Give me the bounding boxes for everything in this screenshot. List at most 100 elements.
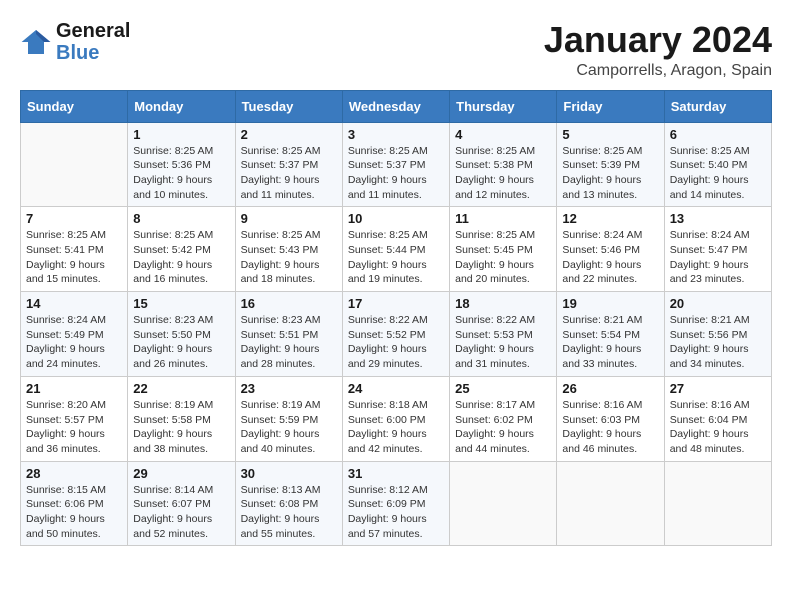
- day-info: Sunrise: 8:25 AMSunset: 5:42 PMDaylight:…: [133, 228, 229, 287]
- calendar-cell: [557, 461, 664, 546]
- day-number: 24: [348, 381, 444, 396]
- logo-icon: [20, 26, 52, 58]
- day-number: 31: [348, 466, 444, 481]
- day-number: 5: [562, 127, 658, 142]
- weekday-header-cell: Monday: [128, 90, 235, 122]
- calendar-cell: 17 Sunrise: 8:22 AMSunset: 5:52 PMDayligh…: [342, 292, 449, 377]
- calendar-cell: 16 Sunrise: 8:23 AMSunset: 5:51 PMDayligh…: [235, 292, 342, 377]
- calendar-table: SundayMondayTuesdayWednesdayThursdayFrid…: [20, 90, 772, 547]
- weekday-header-row: SundayMondayTuesdayWednesdayThursdayFrid…: [21, 90, 772, 122]
- day-info: Sunrise: 8:23 AMSunset: 5:51 PMDaylight:…: [241, 313, 337, 372]
- calendar-cell: 23 Sunrise: 8:19 AMSunset: 5:59 PMDayligh…: [235, 376, 342, 461]
- day-number: 18: [455, 296, 551, 311]
- calendar-cell: 25 Sunrise: 8:17 AMSunset: 6:02 PMDayligh…: [450, 376, 557, 461]
- day-info: Sunrise: 8:25 AMSunset: 5:44 PMDaylight:…: [348, 228, 444, 287]
- day-info: Sunrise: 8:25 AMSunset: 5:36 PMDaylight:…: [133, 144, 229, 203]
- day-number: 7: [26, 211, 122, 226]
- day-info: Sunrise: 8:16 AMSunset: 6:03 PMDaylight:…: [562, 398, 658, 457]
- calendar-cell: [450, 461, 557, 546]
- day-number: 3: [348, 127, 444, 142]
- day-info: Sunrise: 8:25 AMSunset: 5:38 PMDaylight:…: [455, 144, 551, 203]
- day-info: Sunrise: 8:25 AMSunset: 5:37 PMDaylight:…: [241, 144, 337, 203]
- day-number: 20: [670, 296, 766, 311]
- location-title: Camporrells, Aragon, Spain: [544, 62, 772, 80]
- day-number: 12: [562, 211, 658, 226]
- day-info: Sunrise: 8:22 AMSunset: 5:52 PMDaylight:…: [348, 313, 444, 372]
- calendar-cell: 5 Sunrise: 8:25 AMSunset: 5:39 PMDaylight…: [557, 122, 664, 207]
- calendar-cell: 1 Sunrise: 8:25 AMSunset: 5:36 PMDaylight…: [128, 122, 235, 207]
- calendar-cell: 27 Sunrise: 8:16 AMSunset: 6:04 PMDayligh…: [664, 376, 771, 461]
- logo-general: General: [56, 20, 130, 42]
- calendar-cell: 3 Sunrise: 8:25 AMSunset: 5:37 PMDaylight…: [342, 122, 449, 207]
- calendar-week-row: 7 Sunrise: 8:25 AMSunset: 5:41 PMDaylight…: [21, 207, 772, 292]
- calendar-cell: [21, 122, 128, 207]
- weekday-header-cell: Friday: [557, 90, 664, 122]
- calendar-week-row: 1 Sunrise: 8:25 AMSunset: 5:36 PMDaylight…: [21, 122, 772, 207]
- day-number: 27: [670, 381, 766, 396]
- calendar-cell: 28 Sunrise: 8:15 AMSunset: 6:06 PMDayligh…: [21, 461, 128, 546]
- weekday-header-cell: Saturday: [664, 90, 771, 122]
- day-number: 22: [133, 381, 229, 396]
- logo: General Blue: [20, 20, 130, 64]
- page-header: General Blue January 2024 Camporrells, A…: [20, 20, 772, 80]
- day-number: 21: [26, 381, 122, 396]
- day-info: Sunrise: 8:25 AMSunset: 5:37 PMDaylight:…: [348, 144, 444, 203]
- day-number: 28: [26, 466, 122, 481]
- calendar-cell: 20 Sunrise: 8:21 AMSunset: 5:56 PMDayligh…: [664, 292, 771, 377]
- calendar-body: 1 Sunrise: 8:25 AMSunset: 5:36 PMDaylight…: [21, 122, 772, 546]
- day-info: Sunrise: 8:16 AMSunset: 6:04 PMDaylight:…: [670, 398, 766, 457]
- month-title: January 2024: [544, 20, 772, 60]
- calendar-week-row: 21 Sunrise: 8:20 AMSunset: 5:57 PMDayligh…: [21, 376, 772, 461]
- day-info: Sunrise: 8:17 AMSunset: 6:02 PMDaylight:…: [455, 398, 551, 457]
- day-number: 23: [241, 381, 337, 396]
- calendar-cell: 31Sunrise: 8:12 AMSunset: 6:09 PMDayligh…: [342, 461, 449, 546]
- weekday-header-cell: Wednesday: [342, 90, 449, 122]
- calendar-cell: 18 Sunrise: 8:22 AMSunset: 5:53 PMDayligh…: [450, 292, 557, 377]
- day-info: Sunrise: 8:18 AMSunset: 6:00 PMDaylight:…: [348, 398, 444, 457]
- day-number: 26: [562, 381, 658, 396]
- day-number: 25: [455, 381, 551, 396]
- day-info: Sunrise: 8:19 AMSunset: 5:58 PMDaylight:…: [133, 398, 229, 457]
- weekday-header-cell: Tuesday: [235, 90, 342, 122]
- day-number: 29: [133, 466, 229, 481]
- calendar-cell: 8Sunrise: 8:25 AMSunset: 5:42 PMDaylight…: [128, 207, 235, 292]
- day-number: 10: [348, 211, 444, 226]
- calendar-cell: 24 Sunrise: 8:18 AMSunset: 6:00 PMDayligh…: [342, 376, 449, 461]
- day-info: Sunrise: 8:19 AMSunset: 5:59 PMDaylight:…: [241, 398, 337, 457]
- weekday-header-cell: Sunday: [21, 90, 128, 122]
- day-info: Sunrise: 8:13 AMSunset: 6:08 PMDaylight:…: [241, 483, 337, 542]
- day-info: Sunrise: 8:21 AMSunset: 5:56 PMDaylight:…: [670, 313, 766, 372]
- calendar-cell: 12 Sunrise: 8:24 AMSunset: 5:46 PMDayligh…: [557, 207, 664, 292]
- day-info: Sunrise: 8:21 AMSunset: 5:54 PMDaylight:…: [562, 313, 658, 372]
- calendar-cell: [664, 461, 771, 546]
- day-info: Sunrise: 8:25 AMSunset: 5:41 PMDaylight:…: [26, 228, 122, 287]
- calendar-cell: 4Sunrise: 8:25 AMSunset: 5:38 PMDaylight…: [450, 122, 557, 207]
- day-number: 1: [133, 127, 229, 142]
- calendar-cell: 7 Sunrise: 8:25 AMSunset: 5:41 PMDaylight…: [21, 207, 128, 292]
- calendar-cell: 26 Sunrise: 8:16 AMSunset: 6:03 PMDayligh…: [557, 376, 664, 461]
- day-info: Sunrise: 8:22 AMSunset: 5:53 PMDaylight:…: [455, 313, 551, 372]
- day-info: Sunrise: 8:25 AMSunset: 5:40 PMDaylight:…: [670, 144, 766, 203]
- day-info: Sunrise: 8:24 AMSunset: 5:49 PMDaylight:…: [26, 313, 122, 372]
- calendar-cell: 10 Sunrise: 8:25 AMSunset: 5:44 PMDayligh…: [342, 207, 449, 292]
- calendar-cell: 14 Sunrise: 8:24 AMSunset: 5:49 PMDayligh…: [21, 292, 128, 377]
- day-info: Sunrise: 8:15 AMSunset: 6:06 PMDaylight:…: [26, 483, 122, 542]
- day-info: Sunrise: 8:24 AMSunset: 5:46 PMDaylight:…: [562, 228, 658, 287]
- calendar-cell: 9Sunrise: 8:25 AMSunset: 5:43 PMDaylight…: [235, 207, 342, 292]
- weekday-header-cell: Thursday: [450, 90, 557, 122]
- calendar-cell: 15 Sunrise: 8:23 AMSunset: 5:50 PMDayligh…: [128, 292, 235, 377]
- calendar-cell: 21 Sunrise: 8:20 AMSunset: 5:57 PMDayligh…: [21, 376, 128, 461]
- day-info: Sunrise: 8:20 AMSunset: 5:57 PMDaylight:…: [26, 398, 122, 457]
- day-number: 16: [241, 296, 337, 311]
- day-number: 9: [241, 211, 337, 226]
- day-number: 6: [670, 127, 766, 142]
- calendar-cell: 2Sunrise: 8:25 AMSunset: 5:37 PMDaylight…: [235, 122, 342, 207]
- title-block: January 2024 Camporrells, Aragon, Spain: [544, 20, 772, 80]
- logo-blue: Blue: [56, 42, 130, 64]
- day-number: 17: [348, 296, 444, 311]
- day-info: Sunrise: 8:25 AMSunset: 5:39 PMDaylight:…: [562, 144, 658, 203]
- day-info: Sunrise: 8:23 AMSunset: 5:50 PMDaylight:…: [133, 313, 229, 372]
- day-number: 14: [26, 296, 122, 311]
- day-number: 13: [670, 211, 766, 226]
- day-number: 15: [133, 296, 229, 311]
